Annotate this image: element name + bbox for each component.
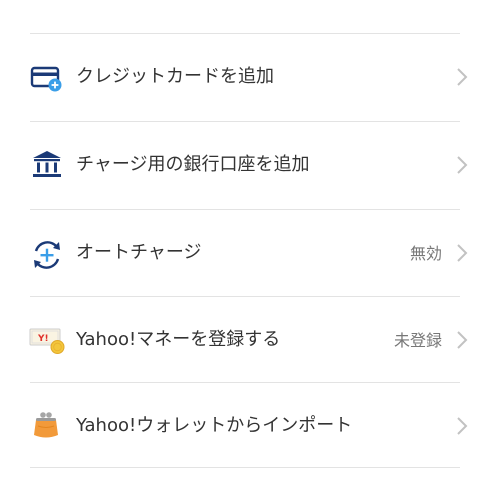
wallet-purse-icon (29, 408, 65, 444)
menu-item-label: オートチャージ (76, 242, 202, 263)
settings-list: クレジットカードを追加 チャージ用の銀行口座を追加 オートチャージ 無効 Y! … (0, 0, 490, 500)
add-bank-account-row[interactable]: チャージ用の銀行口座を追加 (0, 122, 490, 208)
chevron-right-icon (455, 66, 469, 88)
chevron-right-icon (455, 329, 469, 351)
chevron-right-icon (455, 154, 469, 176)
yahoo-money-status: 未登録 (393, 331, 442, 350)
yahoo-money-icon: Y! (29, 324, 65, 360)
menu-item-label: Yahoo!ウォレットからインポート (76, 415, 353, 436)
credit-card-add-icon (29, 61, 65, 97)
import-yahoo-wallet-row[interactable]: Yahoo!ウォレットからインポート (0, 383, 490, 469)
menu-item-label: Yahoo!マネーを登録する (76, 329, 281, 350)
auto-charge-icon (29, 237, 65, 273)
auto-charge-status: 無効 (409, 244, 442, 263)
menu-item-label: チャージ用の銀行口座を追加 (76, 154, 310, 175)
register-yahoo-money-row[interactable]: Y! Yahoo!マネーを登録する 未登録 (0, 297, 490, 383)
auto-charge-row[interactable]: オートチャージ 無効 (0, 210, 490, 296)
bank-icon (29, 147, 65, 183)
divider (30, 467, 460, 468)
menu-item-label: クレジットカードを追加 (76, 66, 274, 87)
add-credit-card-row[interactable]: クレジットカードを追加 (0, 34, 490, 120)
chevron-right-icon (455, 415, 469, 437)
svg-text:Y!: Y! (37, 334, 49, 344)
chevron-right-icon (455, 242, 469, 264)
